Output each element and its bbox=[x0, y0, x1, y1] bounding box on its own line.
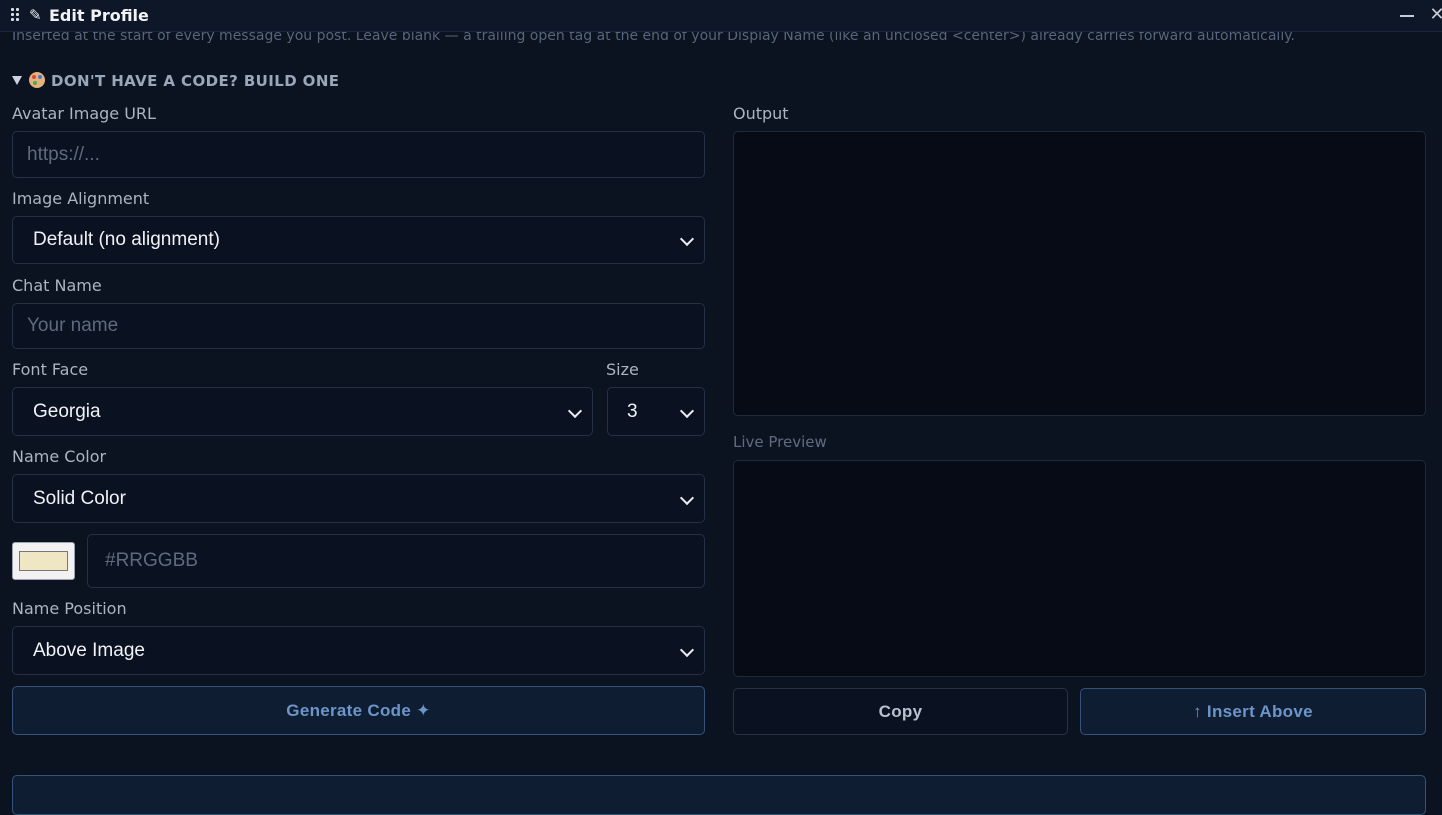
live-preview-label: Live Preview bbox=[733, 433, 827, 451]
pencil-icon: ✎ bbox=[29, 6, 42, 24]
close-button[interactable]: ✕ bbox=[1426, 3, 1442, 27]
font-face-label: Font Face bbox=[12, 360, 89, 379]
chevron-down-icon bbox=[679, 231, 695, 247]
build-code-summary: DON'T HAVE A CODE? BUILD ONE bbox=[51, 72, 340, 90]
chevron-down-icon bbox=[679, 490, 695, 505]
palette-icon bbox=[29, 72, 45, 88]
color-swatch-fill bbox=[19, 551, 68, 571]
insert-above-button[interactable]: ↑ Insert Above bbox=[1080, 688, 1426, 735]
chevron-down-icon bbox=[567, 403, 583, 418]
chevron-down-icon bbox=[679, 403, 695, 418]
close-icon: ✕ bbox=[1429, 4, 1442, 25]
avatar-url-label: Avatar Image URL bbox=[12, 104, 156, 123]
name-color-value: Solid Color bbox=[33, 487, 126, 509]
name-position-select[interactable]: Above Image bbox=[12, 626, 705, 675]
image-alignment-value: Default (no alignment) bbox=[33, 229, 220, 250]
font-face-select[interactable]: Georgia bbox=[12, 387, 593, 436]
window-title: Edit Profile bbox=[49, 6, 149, 25]
name-position-label: Name Position bbox=[12, 599, 127, 618]
image-alignment-label: Image Alignment bbox=[12, 189, 150, 208]
size-label: Size bbox=[606, 360, 639, 379]
title-bar[interactable]: ✎ Edit Profile ✕ bbox=[0, 0, 1442, 32]
chat-name-input[interactable] bbox=[13, 304, 704, 348]
field-hint-text: Inserted at the start of every message y… bbox=[12, 32, 1295, 44]
minimize-button[interactable] bbox=[1396, 3, 1418, 27]
avatar-url-field[interactable] bbox=[12, 131, 705, 178]
generate-code-button[interactable]: Generate Code ✦ bbox=[12, 686, 705, 735]
build-code-toggle[interactable]: DON'T HAVE A CODE? BUILD ONE bbox=[12, 70, 339, 92]
drag-handle-icon[interactable] bbox=[11, 8, 21, 22]
output-label: Output bbox=[733, 104, 789, 123]
font-size-value: 3 bbox=[627, 400, 638, 422]
image-alignment-select[interactable]: Default (no alignment) bbox=[12, 216, 705, 264]
chat-name-field[interactable] bbox=[12, 303, 705, 349]
avatar-url-input[interactable] bbox=[13, 132, 704, 177]
font-size-select[interactable]: 3 bbox=[607, 387, 705, 436]
chat-name-label: Chat Name bbox=[12, 276, 102, 295]
hex-color-input[interactable] bbox=[88, 535, 704, 587]
hex-color-field[interactable] bbox=[87, 534, 705, 588]
minimize-icon bbox=[1400, 15, 1414, 17]
copy-button[interactable]: Copy bbox=[733, 688, 1068, 735]
disclosure-triangle-icon bbox=[12, 76, 22, 85]
name-color-label: Name Color bbox=[12, 447, 107, 466]
name-position-value: Above Image bbox=[33, 639, 145, 661]
chevron-down-icon bbox=[679, 642, 695, 657]
font-face-value: Georgia bbox=[33, 400, 101, 422]
live-preview-box bbox=[733, 460, 1426, 677]
bottom-action-button[interactable] bbox=[12, 775, 1426, 815]
color-picker-swatch[interactable] bbox=[12, 542, 75, 580]
name-color-select[interactable]: Solid Color bbox=[12, 474, 705, 523]
output-textarea[interactable] bbox=[733, 131, 1426, 416]
